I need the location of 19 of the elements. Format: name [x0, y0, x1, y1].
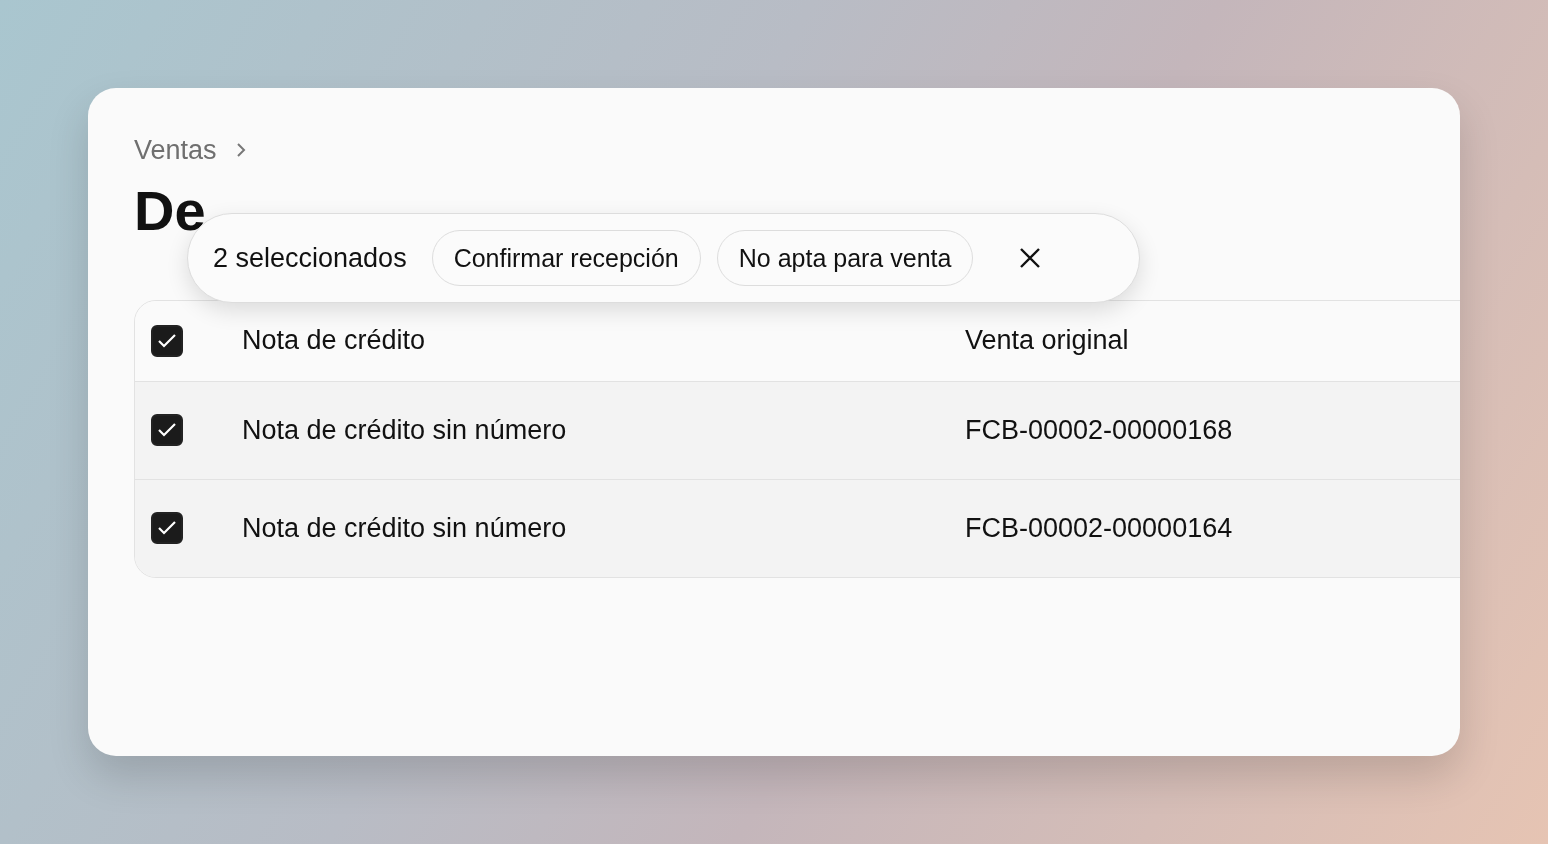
checkbox[interactable] [151, 512, 183, 545]
action-button[interactable]: Confirmar recepción [431, 230, 701, 286]
breadcrumb-link[interactable]: Ventas [134, 134, 217, 166]
selection-count: 2 seleccionados [213, 242, 407, 274]
checkmark-icon [157, 422, 177, 439]
table-cell: FCB-00002-00000168 [965, 414, 1233, 446]
checkbox[interactable] [151, 324, 183, 357]
table-cell-text: Nota de crédito sin número [242, 414, 568, 446]
page-title: De [134, 180, 207, 242]
checkmark-icon [157, 520, 177, 537]
checkbox[interactable] [151, 414, 183, 447]
chevron-icon [234, 142, 247, 158]
column-header: Nota de crédito [242, 325, 427, 357]
close-icon[interactable] [1019, 247, 1042, 269]
action-button[interactable]: No apta para venta [716, 230, 974, 286]
column-header: Venta original [965, 325, 1129, 357]
table-cell: FCB-00002-00000164 [965, 512, 1233, 544]
table-cell-text: Nota de crédito sin número [242, 512, 568, 544]
checkmark-icon [157, 332, 177, 349]
